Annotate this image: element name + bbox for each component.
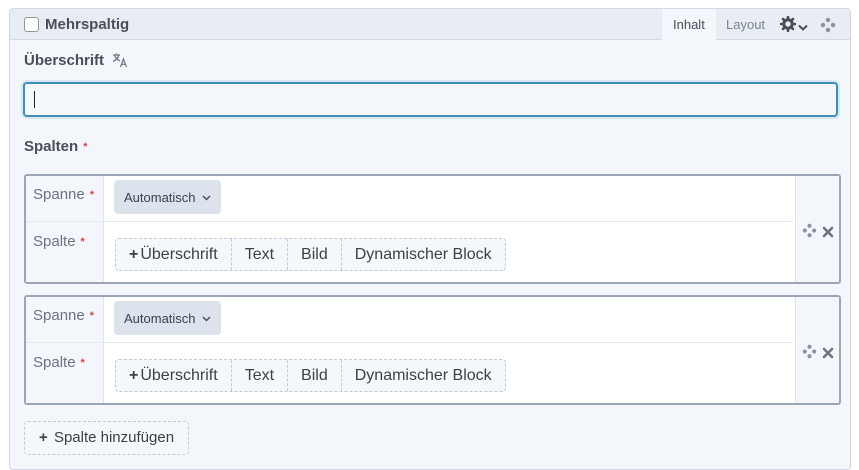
- heading-label-text: Überschrift: [24, 52, 105, 69]
- column-actions: [795, 176, 839, 282]
- column-item: Spanne * Spalte * Automatisch + Überschrift…: [24, 295, 841, 405]
- add-content-buttons: + Überschrift Text Bild Dynamischer Block: [115, 359, 506, 392]
- heading-input[interactable]: [23, 82, 838, 117]
- close-icon[interactable]: [822, 346, 834, 363]
- add-heading-button[interactable]: + Überschrift: [116, 360, 232, 391]
- chevron-down-icon: [202, 301, 211, 335]
- block-header: Mehrspaltig Inhalt Layout: [10, 9, 850, 40]
- chevron-down-icon[interactable]: [798, 19, 808, 37]
- block-select-checkbox[interactable]: [24, 17, 39, 32]
- multi-column-block: Mehrspaltig Inhalt Layout Überschrift Sp…: [9, 8, 851, 470]
- row-divider: [26, 221, 793, 222]
- add-image-button[interactable]: Bild: [288, 239, 342, 270]
- add-column-label: Spalte hinzufügen: [53, 429, 175, 446]
- column-labels: Spanne * Spalte *: [26, 176, 104, 282]
- add-column-button[interactable]: + Spalte hinzufügen: [24, 421, 190, 455]
- drag-handle-icon[interactable]: [820, 17, 836, 38]
- plus-icon: +: [129, 246, 139, 263]
- plus-icon: +: [39, 429, 48, 446]
- span-label: Spanne *: [33, 307, 94, 324]
- translate-icon[interactable]: [112, 52, 128, 72]
- span-select[interactable]: Automatisch: [114, 180, 221, 214]
- columns-label-text: Spalten: [24, 138, 79, 155]
- tab-layout[interactable]: Layout: [715, 9, 776, 40]
- column-label: Spalte *: [33, 354, 85, 371]
- chevron-down-icon: [202, 180, 211, 214]
- column-label: Spalte *: [33, 233, 85, 250]
- tab-inhalt[interactable]: Inhalt: [662, 9, 716, 40]
- plus-icon: +: [129, 367, 139, 384]
- drag-handle-icon[interactable]: [802, 344, 817, 363]
- add-text-button[interactable]: Text: [232, 360, 289, 391]
- add-heading-button[interactable]: + Überschrift: [116, 239, 232, 270]
- column-actions: [795, 297, 839, 403]
- text-caret: [34, 91, 35, 108]
- add-text-button[interactable]: Text: [232, 239, 289, 270]
- column-labels: Spanne * Spalte *: [26, 297, 104, 403]
- column-item: Spanne * Spalte * Automatisch + Überschrift…: [24, 174, 841, 284]
- add-content-buttons: + Überschrift Text Bild Dynamischer Block: [115, 238, 506, 271]
- columns-field-label: Spalten *: [24, 138, 87, 155]
- span-select[interactable]: Automatisch: [114, 301, 221, 335]
- close-icon[interactable]: [822, 225, 834, 242]
- gear-icon[interactable]: [779, 15, 797, 37]
- block-title: Mehrspaltig: [45, 16, 130, 33]
- add-image-button[interactable]: Bild: [288, 360, 342, 391]
- add-dynamic-block-button[interactable]: Dynamischer Block: [342, 239, 505, 270]
- drag-handle-icon[interactable]: [802, 223, 817, 242]
- add-dynamic-block-button[interactable]: Dynamischer Block: [342, 360, 505, 391]
- heading-field-label: Überschrift: [24, 52, 128, 72]
- row-divider: [26, 342, 793, 343]
- required-marker: *: [83, 141, 88, 153]
- span-label: Spanne *: [33, 186, 94, 203]
